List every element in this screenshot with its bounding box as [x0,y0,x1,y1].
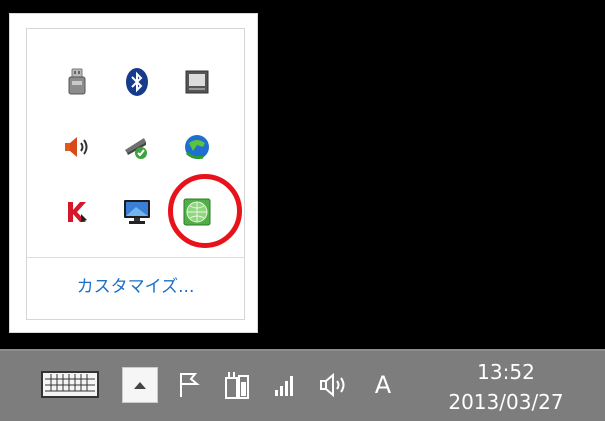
volume-icon[interactable] [316,369,350,401]
kaspersky-icon[interactable] [62,197,92,227]
highlight-annotation-circle [168,174,242,248]
ime-mode-indicator[interactable]: A [366,365,400,405]
monitor-icon[interactable] [122,197,152,227]
window-icon[interactable] [182,67,212,97]
network-connected-icon[interactable] [122,132,152,162]
clock[interactable]: 13:52 2013/03/27 [416,357,596,417]
touch-keyboard-icon[interactable] [40,367,100,401]
notification-overflow-flyout: カスタマイズ... [9,13,258,333]
ime-mode-label: A [374,371,392,399]
signal-strength-icon[interactable] [270,369,300,401]
flyout-separator [27,257,244,258]
globe-refresh-icon[interactable] [182,132,212,162]
bluetooth-icon[interactable] [122,67,152,97]
clock-date: 2013/03/27 [448,390,564,414]
speaker-icon[interactable] [62,132,92,162]
battery-power-icon[interactable] [222,369,252,401]
show-hidden-icons-icon[interactable] [122,367,158,403]
taskbar: A 13:52 2013/03/27 [0,349,605,421]
clock-time: 13:52 [477,360,535,384]
usb-icon[interactable] [62,67,92,97]
action-center-flag-icon[interactable] [174,369,204,401]
customize-link[interactable]: カスタマイズ... [27,272,244,297]
